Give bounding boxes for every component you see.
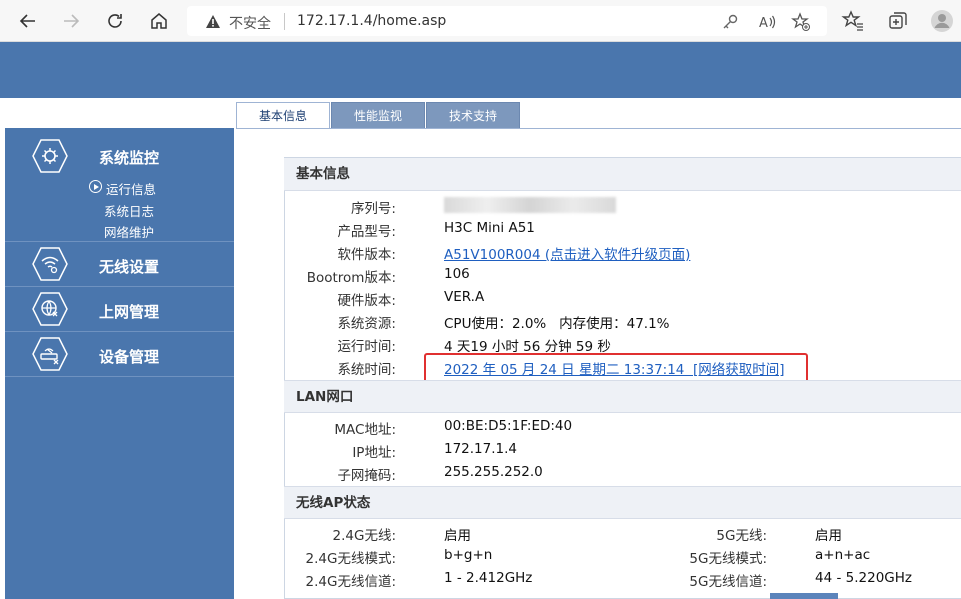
- subitem-network-maintenance[interactable]: 网络维护: [104, 222, 154, 241]
- sidebar-item-label: 系统监控: [99, 149, 160, 167]
- browser-toolbar: 不安全 172.17.1.4/home.asp A: [0, 0, 961, 42]
- section-wireless-ap: 无线AP状态: [284, 486, 961, 519]
- router-icon: [32, 337, 68, 371]
- label-5g-channel: 5G无线信道:: [689, 574, 767, 590]
- value-bootrom: 106: [444, 266, 470, 282]
- label-24g-channel: 2.4G无线信道:: [305, 574, 396, 590]
- sidebar-item-system-monitor[interactable]: 系统监控 运行信息 系统日志 网络维护: [5, 128, 234, 241]
- tab-basic-info[interactable]: 基本信息: [236, 102, 330, 129]
- partial-button[interactable]: [770, 593, 838, 599]
- value-5g: 启用: [815, 528, 842, 544]
- refresh-icon: [108, 14, 122, 28]
- sidebar-item-label: 设备管理: [99, 348, 160, 366]
- software-upgrade-link[interactable]: A51V100R004 (点击进入软件升级页面): [444, 243, 690, 263]
- value-hardware: VER.A: [444, 289, 485, 305]
- label-resources: 系统资源:: [337, 316, 396, 332]
- label-subnet: 子网掩码:: [337, 468, 396, 484]
- value-24g-channel: 1 - 2.412GHz: [444, 570, 533, 586]
- value-24g-mode: b+g+n: [444, 547, 493, 563]
- address-bar[interactable]: 不安全 172.17.1.4/home.asp A: [187, 6, 827, 36]
- profile-avatar-icon[interactable]: [930, 9, 954, 33]
- refresh-button[interactable]: [101, 7, 129, 35]
- value-uptime: 4 天19 小时 56 分钟 59 秒: [444, 339, 611, 355]
- tab-underline: [236, 128, 961, 129]
- key-icon[interactable]: [720, 12, 740, 32]
- monitor-gear-icon: [32, 139, 68, 173]
- label-system-time: 系统时间:: [337, 362, 396, 378]
- sidebar-item-wireless[interactable]: 无线设置: [5, 242, 234, 286]
- tab-bar: 基本信息 性能监视 技术支持: [236, 102, 521, 129]
- globe-icon: [32, 292, 68, 326]
- value-ip: 172.17.1.4: [444, 441, 517, 457]
- label-ip: IP地址:: [352, 445, 396, 461]
- subitem-run-info[interactable]: 运行信息: [106, 179, 156, 198]
- label-serial: 序列号:: [350, 201, 396, 217]
- label-24g: 2.4G无线:: [332, 528, 396, 544]
- label-5g: 5G无线:: [716, 528, 767, 544]
- label-24g-mode: 2.4G无线模式:: [305, 551, 396, 567]
- home-button[interactable]: [145, 7, 173, 35]
- forward-button[interactable]: [57, 7, 85, 35]
- sidebar-item-internet[interactable]: 上网管理: [5, 287, 234, 331]
- sidebar-divider: [5, 376, 234, 377]
- warning-icon: [206, 15, 220, 28]
- svg-text:A: A: [759, 16, 768, 31]
- label-bootrom: Bootrom版本:: [306, 270, 396, 286]
- tab-tech-support[interactable]: 技术支持: [426, 102, 520, 129]
- back-arrow-icon: [19, 14, 35, 28]
- serial-number-redacted: [444, 197, 616, 213]
- sidebar-item-label: 上网管理: [99, 303, 160, 321]
- sidebar: 系统监控 运行信息 系统日志 网络维护 无线设置 上网管理 设备管理: [5, 128, 234, 599]
- sidebar-item-label: 无线设置: [99, 258, 160, 276]
- label-uptime: 运行时间:: [337, 339, 396, 355]
- value-5g-mode: a+n+ac: [815, 547, 871, 563]
- label-software: 软件版本:: [337, 247, 396, 263]
- tab-performance[interactable]: 性能监视: [331, 102, 425, 129]
- header-banner: [0, 42, 961, 98]
- label-model: 产品型号:: [337, 224, 396, 240]
- read-aloud-icon[interactable]: A: [757, 12, 777, 32]
- value-model: H3C Mini A51: [444, 220, 535, 236]
- section-lan: LAN网口: [284, 380, 961, 413]
- wireless-settings-icon: [32, 247, 68, 281]
- url-text[interactable]: 172.17.1.4/home.asp: [297, 13, 446, 29]
- value-subnet: 255.255.252.0: [444, 464, 543, 480]
- favorites-icon[interactable]: [841, 9, 865, 33]
- value-5g-channel: 44 - 5.220GHz: [815, 570, 912, 586]
- forward-arrow-icon: [64, 14, 80, 28]
- address-separator: [284, 13, 285, 30]
- section-basic-info: 基本信息: [284, 158, 961, 191]
- sidebar-item-device[interactable]: 设备管理: [5, 332, 234, 376]
- value-resources: CPU使用：2.0% 内存使用：47.1%: [444, 316, 670, 332]
- label-5g-mode: 5G无线模式:: [689, 551, 767, 567]
- subitem-system-log[interactable]: 系统日志: [104, 201, 154, 220]
- label-mac: MAC地址:: [334, 422, 396, 438]
- value-24g: 启用: [444, 528, 471, 544]
- home-icon: [151, 13, 167, 29]
- security-status[interactable]: 不安全: [229, 13, 271, 33]
- label-hardware: 硬件版本:: [337, 293, 396, 309]
- play-circle-icon: [89, 180, 102, 193]
- value-mac: 00:BE:D5:1F:ED:40: [444, 418, 573, 434]
- add-favorite-icon[interactable]: [791, 12, 811, 32]
- back-button[interactable]: [14, 7, 42, 35]
- collections-icon[interactable]: [886, 9, 910, 33]
